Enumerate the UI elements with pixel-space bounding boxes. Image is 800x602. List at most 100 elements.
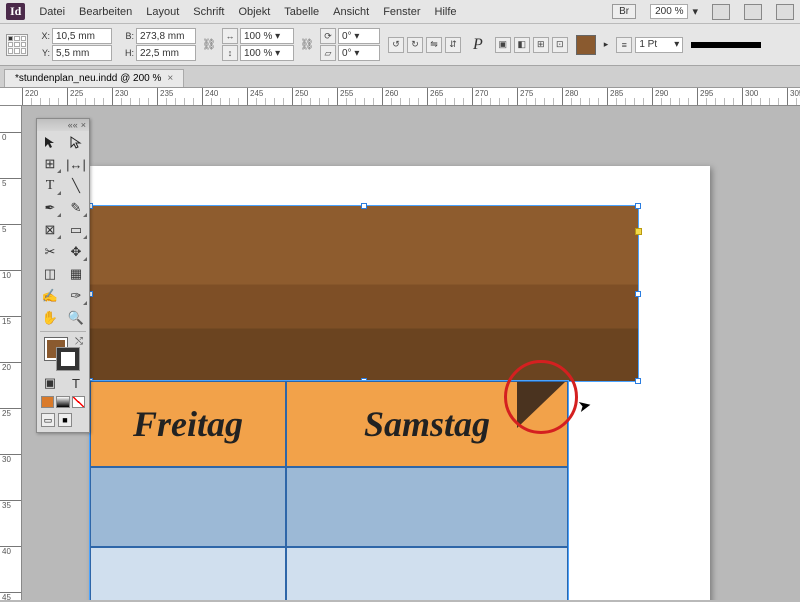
horizontal-ruler[interactable]: 2202252302352402452502552602652702752802… [0,88,800,106]
menu-ansicht[interactable]: Ansicht [333,6,369,18]
note-tool[interactable]: ✍ [37,285,63,307]
gradient-feather-tool[interactable]: ▦ [63,263,89,285]
constrain-proportions-icon[interactable]: ⛓ [204,29,214,61]
apply-color-icon[interactable] [41,396,54,408]
y-input[interactable]: 5,5 mm [52,45,112,61]
preview-view-icon[interactable]: ■ [58,413,72,427]
rotate-ccw-icon[interactable]: ↺ [388,37,404,53]
bridge-button[interactable]: Br [612,4,636,19]
menu-bearbeiten[interactable]: Bearbeiten [79,6,132,18]
rotate-icon: ⟳ [320,28,336,44]
width-input[interactable]: 273,8 mm [136,28,196,44]
canvas[interactable]: Freitag Samstag ➤ [22,106,800,600]
direct-selection-tool[interactable] [63,131,89,153]
position-group: X:10,5 mm Y:5,5 mm [36,28,112,61]
arrange-documents-icon[interactable] [776,4,794,20]
corner-options-handle[interactable] [635,228,642,235]
handle-top-right[interactable] [635,203,641,209]
pencil-tool[interactable]: ✎ [63,197,89,219]
menu-tabelle[interactable]: Tabelle [284,6,319,18]
gap-tool[interactable]: |↔| [63,153,89,175]
shear-icon: ▱ [320,45,336,61]
table-cell[interactable] [90,467,286,547]
screen-mode-icon[interactable] [744,4,762,20]
table-header-cell[interactable]: Freitag [90,381,286,467]
table-row [90,547,568,600]
scale-y-icon: ↕ [222,45,238,61]
flip-h-icon[interactable]: ⇋ [426,37,442,53]
tools-panel[interactable]: «« × ⊞ |↔| T ╲ ✒ ✎ ⊠ ▭ ✂ ✥ ◫ ▦ ✍ ✑ ✋ 🔍 ⤭… [36,118,90,433]
scissors-tool[interactable]: ✂ [37,241,63,263]
document-tab[interactable]: *stundenplan_neu.indd @ 200 % × [4,69,184,87]
hand-tool[interactable]: ✋ [37,307,63,329]
menu-layout[interactable]: Layout [146,6,179,18]
line-tool[interactable]: ╲ [63,175,89,197]
stroke-weight-input[interactable]: 1 Pt ▾ [635,37,683,53]
selection-tool[interactable] [37,131,63,153]
table-cell[interactable] [90,547,286,600]
table-cell[interactable] [286,547,568,600]
table-row: Freitag Samstag [90,381,568,467]
gradient-swatch-tool[interactable]: ◫ [37,263,63,285]
eyedropper-tool[interactable]: ✑ [63,285,89,307]
apply-gradient-icon[interactable] [56,396,69,408]
menu-fenster[interactable]: Fenster [383,6,420,18]
rotate-cw-icon[interactable]: ↻ [407,37,423,53]
constrain-scale-icon[interactable]: ⛓ [302,29,312,61]
rotate-input[interactable]: 0° ▾ [338,28,380,44]
zoom-combo[interactable]: 200 %▾ [650,4,698,19]
menu-hilfe[interactable]: Hilfe [435,6,457,18]
close-tab-icon[interactable]: × [167,73,173,84]
formatting-container-icon[interactable]: ▣ [37,372,63,394]
fit-content-icon[interactable]: ⊞ [533,37,549,53]
scale-y-input[interactable]: 100 % ▾ [240,45,294,61]
rectangle-frame-tool[interactable]: ⊠ [37,219,63,241]
close-icon[interactable]: × [81,120,86,130]
normal-view-icon[interactable]: ▭ [41,413,55,427]
type-tool[interactable]: T [37,175,63,197]
handle-bot-right[interactable] [635,378,641,384]
pen-tool[interactable]: ✒ [37,197,63,219]
app-badge: Id [6,3,25,20]
menu-datei[interactable]: Datei [39,6,65,18]
menu-objekt[interactable]: Objekt [238,6,270,18]
flip-v-icon[interactable]: ⇵ [445,37,461,53]
rectangle-tool[interactable]: ▭ [63,219,89,241]
fill-swatch[interactable] [576,35,596,55]
stroke-icon: ≡ [616,37,632,53]
formatting-text-icon[interactable]: T [63,372,89,394]
tools-panel-header[interactable]: «« × [37,119,89,131]
zoom-tool[interactable]: 🔍 [63,307,89,329]
height-input[interactable]: 22,5 mm [136,45,196,61]
document-tabstrip: *stundenplan_neu.indd @ 200 % × [0,66,800,88]
scale-x-input[interactable]: 100 % ▾ [240,28,294,44]
stroke-style-preview[interactable] [691,42,761,48]
fill-stroke-swatch[interactable]: ⤭ [37,334,89,372]
shear-input[interactable]: 0° ▾ [338,45,380,61]
vertical-ruler[interactable]: 0551015202530354045 [0,106,22,600]
selected-rectangle[interactable] [90,206,638,381]
apply-none-icon[interactable] [72,396,85,408]
reference-point[interactable] [6,34,28,56]
select-content-icon[interactable]: ◧ [514,37,530,53]
swap-fill-stroke-icon: ⤭ [75,336,83,347]
size-group: B:273,8 mm H:22,5 mm [120,28,196,61]
table-row [90,467,568,547]
paragraph-style-icon[interactable]: P [469,36,487,54]
menu-bar: Id Datei Bearbeiten Layout Schrift Objek… [0,0,800,24]
view-options-icon[interactable] [712,4,730,20]
center-content-icon[interactable]: ⊡ [552,37,568,53]
schedule-table[interactable]: Freitag Samstag [90,381,568,600]
handle-mid-right[interactable] [635,291,641,297]
page-tool[interactable]: ⊞ [37,153,63,175]
handle-top-mid[interactable] [361,203,367,209]
control-bar: X:10,5 mm Y:5,5 mm B:273,8 mm H:22,5 mm … [0,24,800,66]
select-container-icon[interactable]: ▣ [495,37,511,53]
scale-x-icon: ↔ [222,28,238,44]
table-cell[interactable] [286,467,568,547]
menu-schrift[interactable]: Schrift [193,6,224,18]
collapse-icon[interactable]: «« [68,120,78,130]
tutorial-highlight-circle [504,360,578,434]
free-transform-tool[interactable]: ✥ [63,241,89,263]
x-input[interactable]: 10,5 mm [52,28,112,44]
